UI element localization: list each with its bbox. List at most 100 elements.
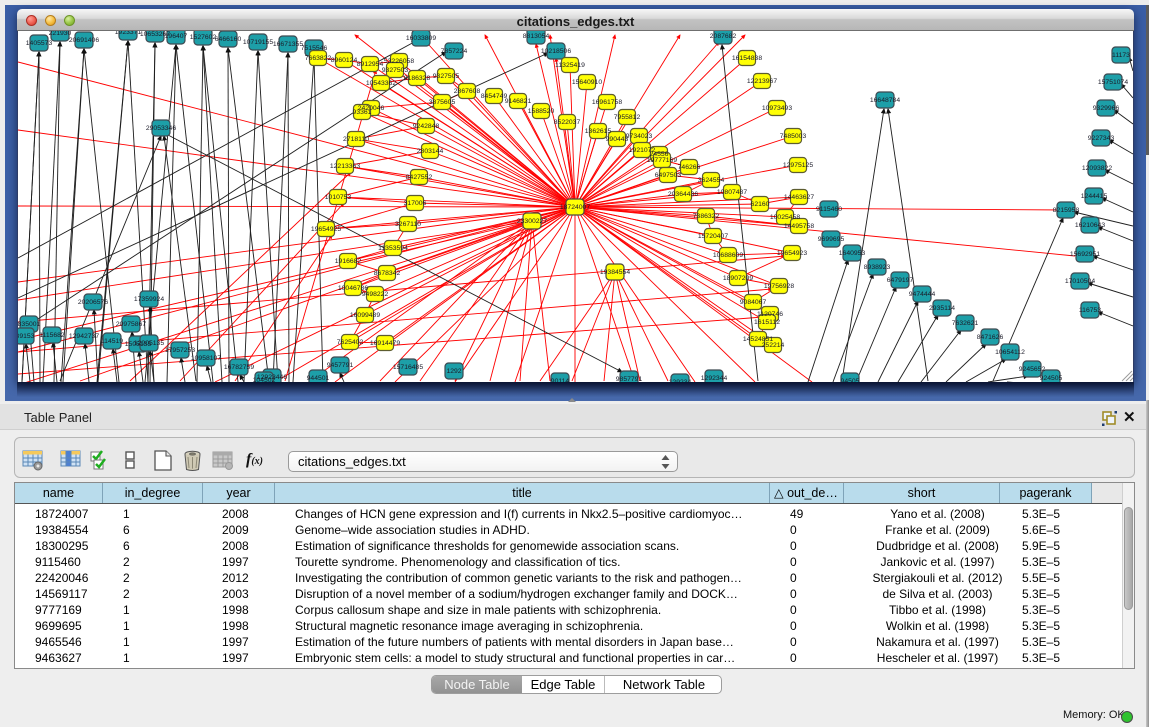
svg-text:1405573: 1405573 [26,40,53,47]
svg-text:9699695: 9699695 [818,236,845,243]
svg-text:12213967: 12213967 [747,78,777,85]
svg-text:29053346: 29053346 [146,125,176,132]
svg-text:1362615: 1362615 [585,128,612,135]
svg-text:10958107: 10958107 [191,355,221,362]
svg-text:3875605: 3875605 [429,99,456,106]
svg-text:1640953: 1640953 [839,250,866,257]
svg-text:11353594: 11353594 [378,245,408,252]
svg-text:16914479: 16914479 [370,340,400,347]
svg-text:1916682: 1916682 [335,258,362,265]
svg-text:15692951: 15692951 [1070,251,1100,258]
svg-text:62160: 62160 [751,201,770,208]
svg-text:16648784: 16648784 [870,97,900,104]
svg-text:8454749: 8454749 [481,93,508,100]
svg-text:1010753: 1010753 [325,194,352,201]
svg-text:12942737: 12942737 [69,333,99,340]
svg-text:9457791: 9457791 [327,362,354,369]
svg-text:19777169: 19777169 [647,157,677,164]
svg-text:8522037: 8522037 [554,119,581,126]
svg-text:1923371: 1923371 [115,31,142,36]
svg-text:9242848: 9242848 [413,123,440,130]
svg-text:2803144: 2803144 [417,148,444,155]
svg-text:12213363: 12213363 [330,163,360,170]
svg-text:18724007: 18724007 [560,204,590,211]
svg-text:93361: 93361 [353,109,372,116]
svg-text:9329966: 9329966 [1093,105,1120,112]
svg-text:9084067: 9084067 [740,299,767,306]
svg-text:7632621: 7632621 [952,320,979,327]
svg-text:94505: 94505 [841,378,860,382]
svg-text:8471626: 8471626 [977,334,1004,341]
svg-text:19654925: 19654925 [311,226,341,233]
svg-text:10025458: 10025458 [770,214,800,221]
svg-text:20206576: 20206576 [78,299,108,306]
svg-text:12905135: 12905135 [134,340,164,347]
svg-text:1292344: 1292344 [701,375,728,382]
svg-text:10973493: 10973493 [762,105,792,112]
svg-text:19384554: 19384554 [600,269,630,276]
svg-text:1527602: 1527602 [190,34,217,41]
svg-text:944501: 944501 [307,375,330,382]
svg-text:8186328: 8186328 [404,75,431,82]
svg-text:16210643: 16210643 [1075,222,1105,229]
svg-text:15640910: 15640910 [572,79,602,86]
svg-text:17359924: 17359924 [134,296,164,303]
svg-text:114519: 114519 [101,338,123,345]
svg-text:9245652: 9245652 [1019,366,1046,373]
svg-text:317006: 317006 [404,200,427,207]
svg-text:9734023: 9734023 [626,133,653,140]
svg-text:3624554: 3624554 [698,177,725,184]
svg-text:7386322: 7386322 [693,213,720,220]
svg-text:90114: 90114 [551,378,570,382]
svg-text:20364436: 20364436 [668,191,698,198]
svg-text:1120746: 1120746 [757,311,783,318]
svg-text:2867608: 2867608 [454,88,481,95]
svg-text:15716485: 15716485 [393,364,423,371]
svg-text:9857791: 9857791 [616,376,643,382]
svg-text:14463627: 14463627 [784,194,814,201]
svg-text:10543362: 10543362 [366,80,396,87]
svg-text:835001: 835001 [18,321,41,328]
svg-text:1588520: 1588520 [528,108,555,115]
svg-text:9498222: 9498222 [362,291,389,298]
svg-text:6497503: 6497503 [655,172,682,179]
svg-text:23300227: 23300227 [517,218,547,225]
svg-text:9227343: 9227343 [1088,135,1115,142]
svg-text:8960124: 8960124 [331,57,358,64]
svg-text:12975125: 12975125 [783,162,813,169]
svg-text:16099489: 16099489 [350,312,380,319]
svg-text:9327503: 9327503 [382,67,409,74]
svg-text:924505: 924505 [1040,375,1063,382]
svg-text:7485003: 7485003 [780,133,807,140]
svg-text:1615112: 1615112 [754,319,780,326]
svg-text:8938923: 8938923 [864,264,891,271]
svg-text:53226058: 53226058 [384,58,414,65]
svg-text:2087682: 2087682 [710,33,737,40]
svg-text:16782759: 16782759 [224,364,254,371]
svg-text:8678342: 8678342 [374,270,401,277]
svg-text:252214: 252214 [762,342,785,349]
svg-text:2935114: 2935114 [929,305,955,312]
svg-text:19654923: 19654923 [777,250,807,257]
svg-text:9474444: 9474444 [909,291,936,298]
svg-text:10688609: 10688609 [713,252,743,259]
svg-text:9115460: 9115460 [816,206,842,213]
svg-text:39153: 39153 [18,333,35,340]
svg-text:12093822: 12093822 [1082,165,1112,172]
svg-text:20691406: 20691406 [69,37,99,44]
svg-text:10218506: 10218506 [541,48,571,55]
svg-text:7857224: 7857224 [441,48,468,55]
svg-text:9327505: 9327505 [433,73,460,80]
svg-text:11325419: 11325419 [555,62,585,69]
svg-text:8215958: 8215958 [1053,207,1080,214]
svg-text:3267110: 3267110 [395,221,421,228]
svg-text:7955812: 7955812 [614,114,641,121]
svg-text:19756928: 19756928 [764,283,794,290]
svg-text:746266: 746266 [678,164,701,171]
svg-text:16154838: 16154838 [732,55,762,62]
svg-text:10654112: 10654112 [995,349,1025,356]
svg-text:7625402: 7625402 [337,339,364,346]
svg-text:7663822: 7663822 [305,55,332,62]
svg-text:15751074: 15751074 [1098,79,1128,86]
svg-text:1292: 1292 [446,368,461,375]
